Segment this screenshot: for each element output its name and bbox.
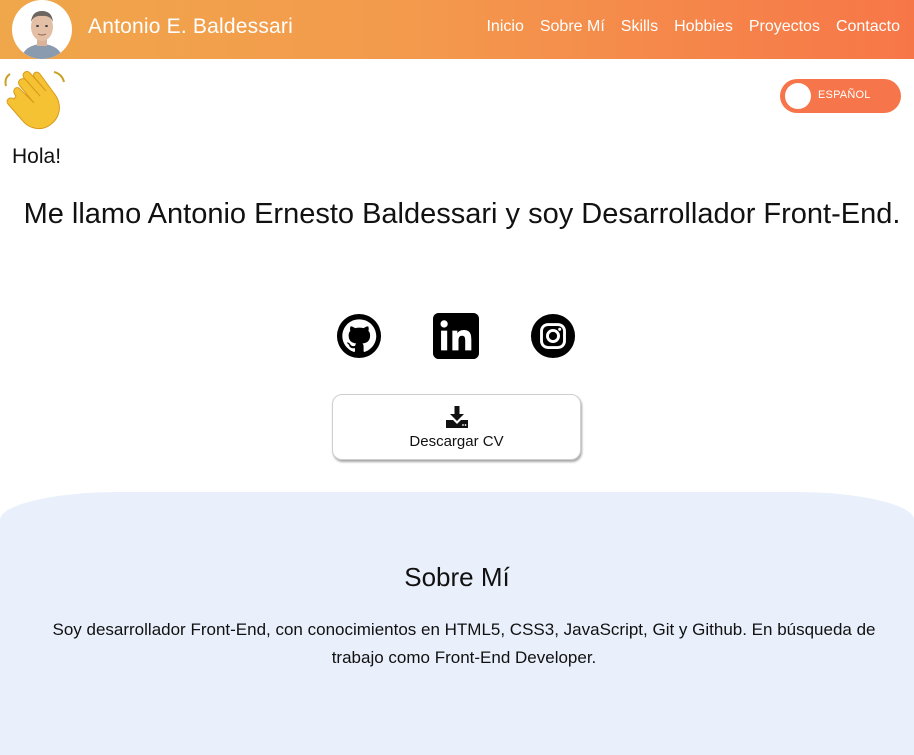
language-label: ESPAÑOL: [818, 89, 871, 101]
about-section: Sobre Mí Soy desarrollador Front-End, co…: [0, 492, 914, 755]
download-icon: [445, 405, 469, 429]
greeting: Hola!: [12, 145, 62, 168]
intro-heading: Me llamo Antonio Ernesto Baldessari y so…: [23, 198, 901, 230]
nav-contacto[interactable]: Contacto: [836, 18, 900, 36]
main-nav: Inicio Sobre Mí Skills Hobbies Proyectos…: [486, 18, 900, 36]
nav-skills[interactable]: Skills: [621, 18, 658, 36]
about-title: Sobre Mí: [404, 562, 510, 592]
brand-name: Antonio E. Baldessari: [88, 15, 293, 38]
about-text: Soy desarrollador Front-End, con conocim…: [52, 620, 876, 667]
instagram-icon[interactable]: [530, 313, 576, 359]
language-toggle[interactable]: ESPAÑOL: [780, 79, 901, 113]
avatar[interactable]: [12, 0, 72, 59]
profile-photo: [13, 0, 71, 59]
nav-sobre-mi[interactable]: Sobre Mí: [540, 18, 605, 36]
download-cv-button[interactable]: Descargar CV: [332, 394, 581, 460]
social-links: [336, 313, 578, 359]
linkedin-icon[interactable]: [433, 313, 479, 359]
navbar: Antonio E. Baldessari Inicio Sobre Mí Sk…: [0, 0, 914, 59]
nav-proyectos[interactable]: Proyectos: [749, 18, 820, 36]
nav-inicio[interactable]: Inicio: [486, 18, 523, 36]
github-icon[interactable]: [336, 313, 382, 359]
toggle-knob: [785, 83, 811, 109]
nav-hobbies[interactable]: Hobbies: [674, 18, 733, 36]
download-cv-label: Descargar CV: [409, 433, 504, 450]
waving-hand-icon: [2, 66, 68, 132]
